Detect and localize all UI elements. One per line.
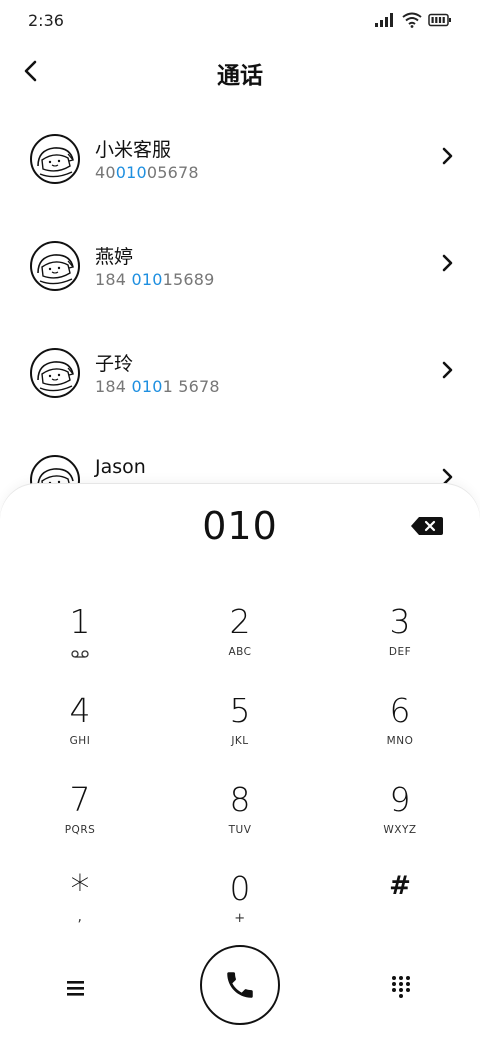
key-digit: 5 <box>229 691 251 730</box>
contact-row[interactable]: 燕婷 184 01015689 <box>0 217 480 324</box>
contact-number: 184 01015689 <box>95 270 214 289</box>
number-prefix: 40 <box>95 163 116 182</box>
key-digit: 2 <box>229 602 251 641</box>
key-letters: JKL <box>231 735 249 747</box>
number-suffix: 05678 <box>146 163 199 182</box>
contact-name: 燕婷 <box>95 246 134 268</box>
key-1[interactable]: 1 <box>20 594 140 674</box>
voicemail-icon <box>71 650 89 658</box>
key-9[interactable]: 9 WXYZ <box>340 772 460 852</box>
battery-icon <box>428 13 451 27</box>
key-letters: , <box>77 909 83 925</box>
contact-number: 184 0101 5678 <box>95 377 220 396</box>
status-icons <box>374 12 452 28</box>
key-5[interactable]: 5 JKL <box>180 683 300 763</box>
key-6[interactable]: 6 MNO <box>340 683 460 763</box>
status-bar: 2:36 <box>0 0 480 40</box>
contact-name: 小米客服 <box>95 139 172 161</box>
menu-icon[interactable] <box>63 977 93 999</box>
key-letters: MNO <box>386 735 414 747</box>
key-4[interactable]: 4 GHI <box>20 683 140 763</box>
key-2[interactable]: 2 ABC <box>180 594 300 674</box>
dialer-sheet: 010 1 2 ABC 3 DEF 4 GHI 5 JKL 6 MNO 7 PQ… <box>0 484 480 1040</box>
key-7[interactable]: 7 PQRS <box>20 772 140 852</box>
key-letters: PQRS <box>64 824 96 836</box>
key-digit: 8 <box>229 780 251 819</box>
dial-entry[interactable]: 010 <box>0 504 480 548</box>
number-suffix: 1 5678 <box>162 377 220 396</box>
number-prefix: 184 <box>95 270 132 289</box>
number-match: 010 <box>115 163 147 182</box>
key-letters: WXYZ <box>383 824 417 836</box>
call-button[interactable] <box>200 945 280 1025</box>
key-0[interactable]: 0 + <box>180 861 300 941</box>
number-match: 010 <box>131 377 163 396</box>
phone-icon <box>227 972 253 998</box>
contact-row[interactable]: 子玲 184 0101 5678 <box>0 324 480 431</box>
wifi-icon <box>402 12 422 28</box>
contact-name: 子玲 <box>95 353 134 375</box>
header: 通话 <box>0 46 480 94</box>
key-digit: * <box>70 867 90 911</box>
status-time: 2:36 <box>28 11 64 30</box>
key-digit: 9 <box>389 780 411 819</box>
number-prefix: 184 <box>95 377 132 396</box>
avatar <box>30 348 80 398</box>
chevron-right-icon[interactable] <box>438 360 458 380</box>
contact-row[interactable]: 小米客服 4001005678 <box>0 110 480 217</box>
key-digit: 1 <box>69 602 91 641</box>
key-digit: # <box>389 871 411 901</box>
contact-name: Jason <box>95 456 146 478</box>
backspace-icon[interactable] <box>410 514 444 538</box>
key-letters: ABC <box>228 646 252 658</box>
keypad-icon[interactable] <box>388 974 414 1000</box>
key-digit: 6 <box>389 691 411 730</box>
number-suffix: 15689 <box>162 270 215 289</box>
key-digit: 0 <box>229 869 251 908</box>
key-letters: DEF <box>388 646 412 658</box>
key-star[interactable]: * , <box>20 861 140 941</box>
key-digit: 4 <box>69 691 91 730</box>
key-8[interactable]: 8 TUV <box>180 772 300 852</box>
number-match: 010 <box>131 270 163 289</box>
avatar <box>30 134 80 184</box>
key-letters: GHI <box>69 735 91 747</box>
key-digit: 3 <box>389 602 411 641</box>
chevron-right-icon[interactable] <box>438 253 458 273</box>
key-letters: TUV <box>228 824 252 836</box>
key-hash[interactable]: # <box>340 861 460 941</box>
key-letters: + <box>234 911 246 926</box>
contact-number: 4001005678 <box>95 163 199 182</box>
signal-icon <box>375 13 393 27</box>
contact-list: 小米客服 4001005678 燕婷 184 01015689 子玲 184 0… <box>0 110 480 538</box>
page-title: 通话 <box>217 63 263 89</box>
avatar <box>30 241 80 291</box>
key-digit: 7 <box>69 780 91 819</box>
key-3[interactable]: 3 DEF <box>340 594 460 674</box>
chevron-right-icon[interactable] <box>438 146 458 166</box>
